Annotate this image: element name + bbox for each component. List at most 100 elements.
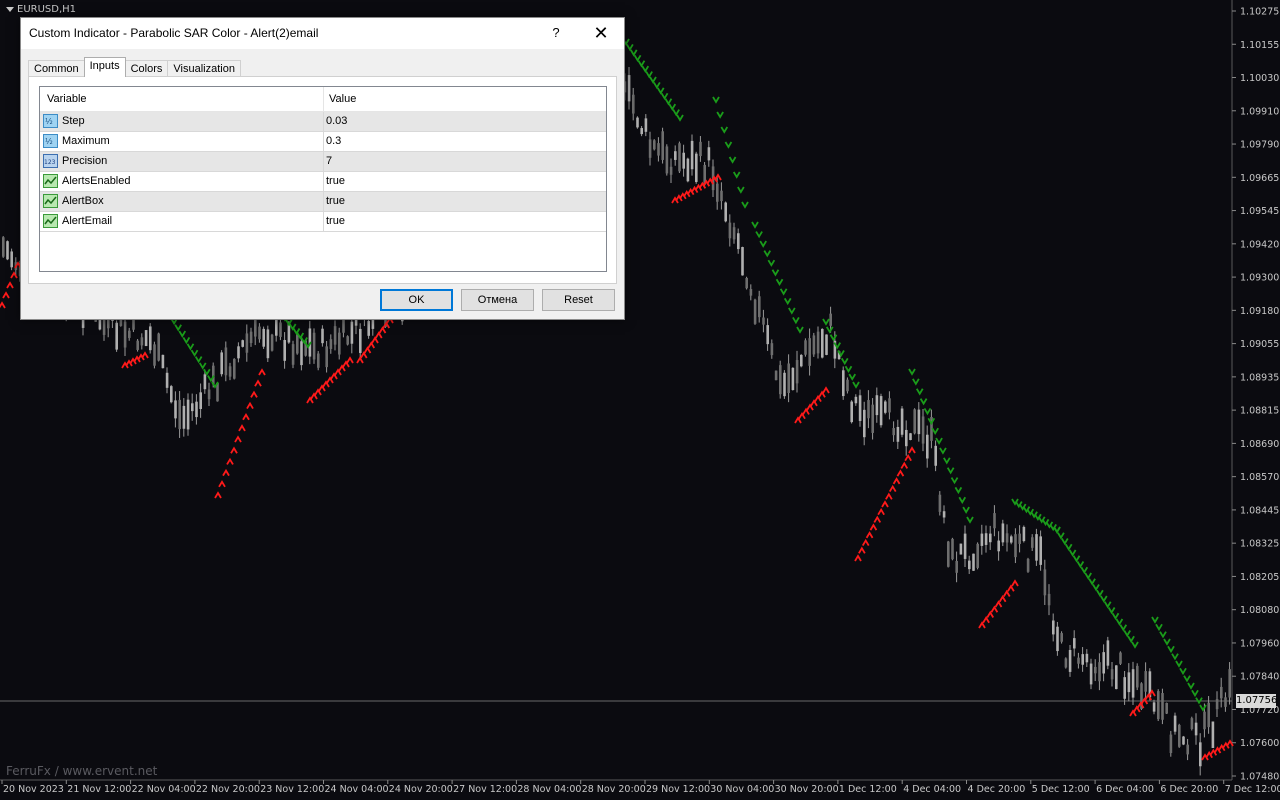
sar-down-arrow	[656, 87, 665, 95]
price-label: 1.10030	[1240, 73, 1279, 84]
sar-down-arrow	[668, 103, 677, 111]
candle-body	[947, 541, 950, 567]
tab-inputs[interactable]: Inputs	[83, 57, 126, 77]
candle-body	[1178, 724, 1181, 747]
chevron-down-icon[interactable]	[6, 7, 14, 12]
candle-body	[640, 128, 643, 135]
sar-down-arrow	[1179, 667, 1187, 676]
sar-down-arrow	[1115, 618, 1124, 626]
sar-down-arrow	[1092, 584, 1100, 592]
candle-body	[144, 330, 148, 347]
tab-visualization[interactable]: Visualization	[167, 60, 241, 77]
sar-up-arrow	[861, 538, 870, 547]
table-row[interactable]: AlertBox true	[40, 192, 606, 212]
time-label: 22 Nov 20:00	[196, 784, 260, 795]
indicator-dialog: Custom Indicator - Parabolic SAR Color -…	[20, 17, 625, 320]
sar-up-arrow	[1007, 584, 1015, 592]
candle-body	[157, 333, 160, 361]
sar-down-arrow	[716, 111, 724, 119]
time-label: 6 Dec 20:00	[1160, 784, 1218, 795]
tab-common[interactable]: Common	[28, 60, 85, 77]
ok-button[interactable]: OK	[380, 289, 453, 311]
variable-value[interactable]: 0.3	[326, 135, 341, 147]
candle-body	[900, 408, 904, 435]
candle-body	[976, 543, 979, 568]
sar-up-arrow	[1002, 589, 1011, 597]
time-label: 5 Dec 12:00	[1032, 784, 1090, 795]
price-label: 1.09300	[1240, 273, 1279, 284]
sar-up-arrow	[378, 326, 387, 334]
tab-colors[interactable]: Colors	[124, 60, 169, 77]
close-button[interactable]: ✕	[584, 20, 618, 46]
price-label: 1.07480	[1240, 772, 1279, 783]
candle-body	[270, 334, 274, 351]
symbol-label[interactable]: EURUSD,H1	[6, 4, 76, 15]
sar-down-arrow	[788, 307, 796, 315]
candle-body	[829, 313, 832, 326]
variable-value[interactable]: true	[326, 215, 345, 227]
sar-up-arrow	[806, 403, 814, 411]
table-row[interactable]: ½ Maximum 0.3	[40, 132, 606, 152]
table-row[interactable]: ½ Step 0.03	[40, 112, 606, 132]
candle-body	[884, 401, 887, 413]
help-button[interactable]: ?	[541, 20, 571, 46]
candle-body	[350, 321, 354, 344]
current-price-tag: 1.07756	[1236, 694, 1278, 708]
candle-body	[892, 428, 895, 436]
candle-body	[1005, 533, 1009, 543]
candle-body	[1211, 721, 1215, 749]
variable-value[interactable]: 7	[326, 155, 332, 167]
cell-divider	[323, 112, 324, 131]
sar-down-arrow	[779, 288, 788, 296]
sar-down-arrow	[1072, 555, 1081, 563]
variable-value[interactable]: true	[326, 195, 345, 207]
sar-down-arrow	[954, 486, 963, 495]
candle-body	[661, 131, 664, 160]
column-header-value[interactable]: Value	[329, 93, 356, 105]
candle-body	[921, 416, 925, 444]
dialog-titlebar[interactable]: Custom Indicator - Parabolic SAR Color -…	[21, 18, 624, 49]
table-row[interactable]: AlertEmail true	[40, 212, 606, 232]
cancel-button[interactable]: Отмена	[461, 289, 534, 311]
column-header-variable[interactable]: Variable	[47, 93, 87, 105]
candle-body	[846, 379, 849, 392]
candle-body	[1047, 593, 1051, 606]
candle-body	[1220, 686, 1223, 699]
candle-body	[1022, 526, 1026, 542]
candle-body	[997, 540, 1000, 552]
sar-down-arrow	[1199, 704, 1207, 712]
time-label: 30 Nov 20:00	[775, 784, 839, 795]
time-label: 29 Nov 12:00	[646, 784, 710, 795]
table-row[interactable]: 123 Precision 7	[40, 152, 606, 172]
candle-body	[1136, 665, 1139, 688]
candle-body	[938, 494, 942, 512]
column-divider[interactable]	[323, 87, 324, 111]
candle-body	[228, 366, 232, 377]
reset-button[interactable]: Reset	[542, 289, 615, 311]
symbol-text: EURUSD,H1	[17, 4, 77, 15]
sar-up-arrow	[818, 390, 826, 398]
time-label: 20 Nov 2023	[3, 784, 64, 795]
svg-text:½: ½	[45, 137, 53, 146]
sar-down-arrow	[825, 326, 834, 334]
candle-body	[732, 227, 736, 240]
variable-value[interactable]: true	[326, 175, 345, 187]
variable-value[interactable]: 0.03	[326, 115, 347, 127]
table-row[interactable]: AlertsEnabled true	[40, 172, 606, 192]
sar-up-arrow	[141, 351, 149, 359]
candle-body	[1001, 523, 1005, 543]
candle-body	[195, 401, 198, 418]
candle-body	[963, 533, 967, 559]
sar-up-arrow	[865, 531, 874, 539]
price-label: 1.08080	[1240, 605, 1279, 616]
candle-body	[632, 94, 635, 114]
candle-body	[1010, 536, 1013, 543]
sar-down-arrow	[724, 141, 733, 149]
sar-down-arrow	[737, 186, 745, 194]
sar-down-arrow	[1159, 631, 1167, 639]
sar-down-arrow	[637, 60, 646, 68]
candle-body	[779, 365, 782, 395]
sar-up-arrow	[714, 173, 722, 181]
sar-down-arrow	[645, 71, 653, 79]
candle-body	[170, 386, 173, 403]
